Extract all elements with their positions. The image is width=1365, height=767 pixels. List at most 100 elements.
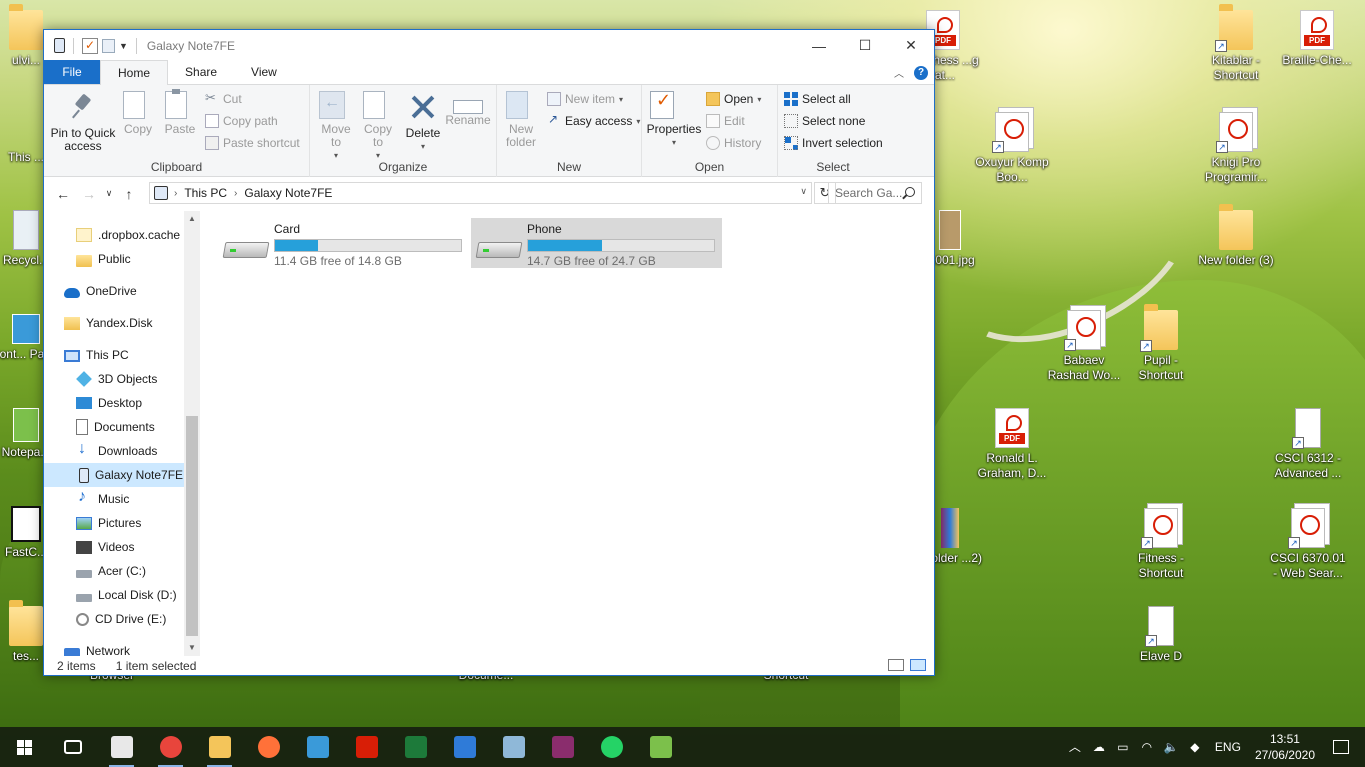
- minimize-button[interactable]: —: [796, 30, 842, 61]
- nav-item[interactable]: Galaxy Note7FE: [44, 463, 184, 487]
- taskbar-notepad-plus-button[interactable]: [636, 727, 685, 767]
- nav-scrollbar[interactable]: ▲ ▼: [184, 211, 200, 656]
- nav-item[interactable]: Documents: [44, 415, 184, 439]
- nav-item[interactable]: CD Drive (E:): [44, 607, 184, 631]
- help-icon[interactable]: ?: [914, 65, 928, 80]
- tab-home[interactable]: Home: [100, 60, 169, 85]
- forward-button[interactable]: →: [76, 186, 102, 202]
- recent-locations-icon[interactable]: ∨: [102, 188, 116, 199]
- new-item-button[interactable]: New item ▾: [547, 92, 623, 106]
- copy-to-button[interactable]: Copy to ▾: [358, 88, 398, 162]
- edit-button[interactable]: Edit: [706, 114, 745, 128]
- language-indicator[interactable]: ENG: [1215, 740, 1241, 754]
- taskbar-app-blue-button[interactable]: [440, 727, 489, 767]
- paste-shortcut-button[interactable]: Paste shortcut: [205, 136, 300, 150]
- phone-icon[interactable]: [54, 38, 65, 53]
- desktop-icon-fitness[interactable]: ↗ Fitness - Shortcut: [1123, 508, 1199, 581]
- desktop-icon-knigi[interactable]: ↗ Knigi Pro Programir...: [1198, 112, 1274, 185]
- desktop-icon-pupil[interactable]: ↗ Pupil - Shortcut: [1123, 304, 1199, 383]
- chevron-right-icon[interactable]: ›: [234, 188, 237, 199]
- copy-button[interactable]: Copy: [118, 88, 158, 136]
- nav-item[interactable]: Yandex.Disk: [44, 311, 184, 335]
- desktop-icon-csci-6370[interactable]: ↗ CSCI 6370.01 - Web Sear...: [1270, 508, 1346, 581]
- new-folder-button[interactable]: New folder: [501, 91, 541, 149]
- nav-item[interactable]: This PC: [44, 343, 184, 367]
- clock[interactable]: 13:51 27/06/2020: [1255, 731, 1315, 763]
- chevron-up-icon[interactable]: ︿: [1068, 740, 1082, 754]
- nav-item[interactable]: Music: [44, 487, 184, 511]
- taskbar-excel-button[interactable]: [391, 727, 440, 767]
- taskbar-acrobat-button[interactable]: [342, 727, 391, 767]
- up-button[interactable]: ↑: [116, 186, 142, 202]
- new-folder-icon[interactable]: [102, 38, 115, 53]
- tab-file[interactable]: File: [44, 60, 100, 84]
- nav-item[interactable]: Downloads: [44, 439, 184, 463]
- scroll-thumb[interactable]: [186, 416, 198, 636]
- search-input[interactable]: Search Ga...: [828, 182, 922, 204]
- volume-icon[interactable]: 🔈: [1164, 740, 1179, 754]
- desktop-icon-braille[interactable]: Braille-Che...: [1279, 10, 1355, 68]
- details-view-icon[interactable]: [888, 659, 904, 671]
- nav-item[interactable]: Pictures: [44, 511, 184, 535]
- nav-item[interactable]: .dropbox.cache: [44, 223, 184, 247]
- nav-item[interactable]: Videos: [44, 535, 184, 559]
- taskbar-chrome-button[interactable]: [146, 727, 195, 767]
- taskbar-task-view-button[interactable]: [48, 727, 97, 767]
- taskbar-whatsapp-button[interactable]: [587, 727, 636, 767]
- rename-button[interactable]: Rename: [445, 91, 491, 127]
- desktop-icon-babaev[interactable]: ↗ Babaev Rashad Wo...: [1046, 310, 1122, 383]
- easy-access-button[interactable]: Easy access ▾: [547, 112, 640, 128]
- scroll-up-icon[interactable]: ▲: [184, 211, 200, 227]
- drive-tile[interactable]: Card 11.4 GB free of 14.8 GB: [218, 218, 469, 268]
- properties-icon[interactable]: [82, 37, 98, 54]
- maximize-button[interactable]: ☐: [842, 30, 888, 61]
- nav-item[interactable]: Acer (C:): [44, 559, 184, 583]
- taskbar-file-explorer-button[interactable]: [195, 727, 244, 767]
- close-button[interactable]: ✕: [888, 30, 934, 61]
- nav-item[interactable]: 3D Objects: [44, 367, 184, 391]
- large-icons-view-icon[interactable]: [910, 659, 926, 671]
- collapse-ribbon-icon[interactable]: ︿: [894, 65, 904, 80]
- move-to-button[interactable]: Move to ▾: [316, 91, 356, 162]
- nav-item[interactable]: Public: [44, 247, 184, 271]
- properties-button[interactable]: Properties ▾: [646, 91, 702, 149]
- desktop-icon-kitablar[interactable]: ↗ Kitablar - Shortcut: [1198, 4, 1274, 83]
- scroll-down-icon[interactable]: ▼: [184, 640, 200, 656]
- open-button[interactable]: Open ▾: [706, 92, 761, 106]
- taskbar-control-panel-button[interactable]: [293, 727, 342, 767]
- dropbox-icon[interactable]: ◆: [1188, 740, 1202, 754]
- nav-item[interactable]: OneDrive: [44, 279, 184, 303]
- qat-dropdown-icon[interactable]: ▼: [119, 41, 128, 51]
- select-all-button[interactable]: Select all: [784, 92, 851, 106]
- chevron-right-icon[interactable]: ›: [174, 188, 177, 199]
- desktop-icon-oxuyur[interactable]: ↗ Oxuyur Komp Boo...: [974, 112, 1050, 185]
- taskbar-winrar-button[interactable]: [538, 727, 587, 767]
- address-bar[interactable]: › This PC › Galaxy Note7FE ∨: [149, 182, 812, 204]
- desktop-icon-elave-d[interactable]: ↗ Elave D: [1123, 606, 1199, 664]
- breadcrumb-galaxy[interactable]: Galaxy Note7FE: [244, 186, 332, 200]
- nav-item[interactable]: Desktop: [44, 391, 184, 415]
- invert-selection-button[interactable]: Invert selection: [784, 136, 883, 150]
- breadcrumb-this-pc[interactable]: This PC: [184, 186, 227, 200]
- tab-view[interactable]: View: [234, 60, 294, 84]
- tab-share[interactable]: Share: [168, 60, 234, 84]
- start-button[interactable]: [0, 727, 48, 767]
- paste-button[interactable]: Paste: [160, 89, 200, 136]
- notifications-icon[interactable]: [1333, 740, 1349, 754]
- desktop-icon-new-folder-3[interactable]: New folder (3): [1198, 204, 1274, 268]
- address-dropdown-icon[interactable]: ∨: [800, 186, 807, 197]
- desktop-icon-csci-6312[interactable]: ↗ CSCI 6312 - Advanced ...: [1270, 408, 1346, 481]
- nav-item[interactable]: Local Disk (D:): [44, 583, 184, 607]
- delete-button[interactable]: Delete ▾: [403, 91, 443, 153]
- pin-quick-access-button[interactable]: Pin to Quick access: [48, 91, 118, 153]
- cut-button[interactable]: Cut: [205, 90, 242, 106]
- wifi-icon[interactable]: ◠: [1140, 740, 1154, 754]
- history-button[interactable]: History: [706, 136, 761, 150]
- taskbar-app-notes-button[interactable]: [489, 727, 538, 767]
- nav-item[interactable]: Network: [44, 639, 184, 656]
- back-button[interactable]: ←: [50, 186, 76, 202]
- battery-icon[interactable]: ▭: [1116, 740, 1130, 754]
- taskbar-antivirus-button[interactable]: [97, 727, 146, 767]
- taskbar-firefox-button[interactable]: [244, 727, 293, 767]
- onedrive-icon[interactable]: ☁: [1092, 740, 1106, 754]
